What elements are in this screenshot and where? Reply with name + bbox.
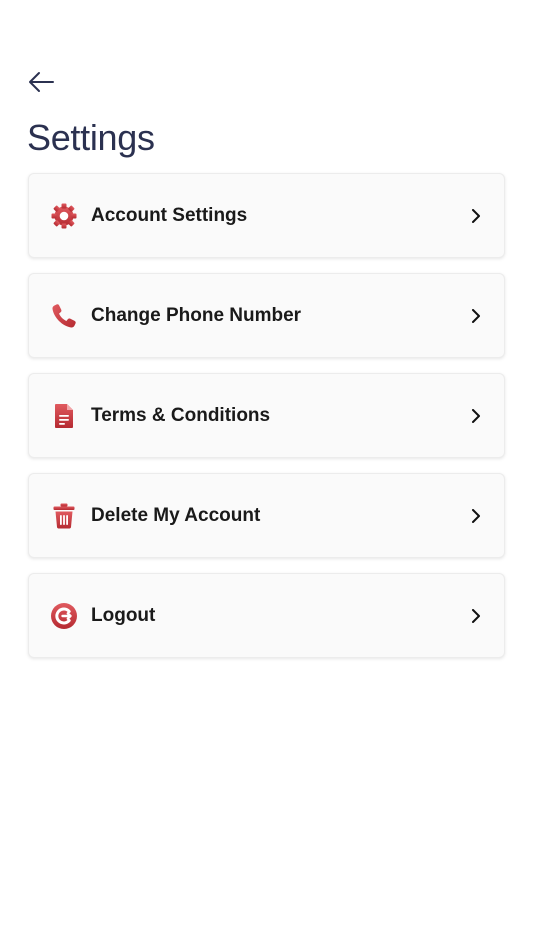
gear-icon [50,202,78,230]
logout-icon [50,602,78,630]
back-button[interactable] [22,68,60,100]
menu-item-label: Account Settings [91,204,248,226]
terms-conditions-item[interactable]: Terms & Conditions [28,373,505,458]
menu-item-label: Terms & Conditions [91,404,271,426]
document-icon [50,402,78,430]
trash-icon [50,502,78,530]
phone-icon [50,302,78,330]
menu-item-label: Change Phone Number [91,304,302,326]
arrow-left-icon [27,71,55,98]
settings-menu: Account Settings Change Phone Number Ter… [28,173,505,673]
chevron-right-icon [468,208,484,224]
change-phone-number-item[interactable]: Change Phone Number [28,273,505,358]
delete-account-item[interactable]: Delete My Account [28,473,505,558]
page-title: Settings [27,117,155,158]
account-settings-item[interactable]: Account Settings [28,173,505,258]
logout-item[interactable]: Logout [28,573,505,658]
chevron-right-icon [468,308,484,324]
chevron-right-icon [468,508,484,524]
menu-item-label: Logout [91,604,156,626]
menu-item-label: Delete My Account [91,504,261,526]
chevron-right-icon [468,408,484,424]
chevron-right-icon [468,608,484,624]
